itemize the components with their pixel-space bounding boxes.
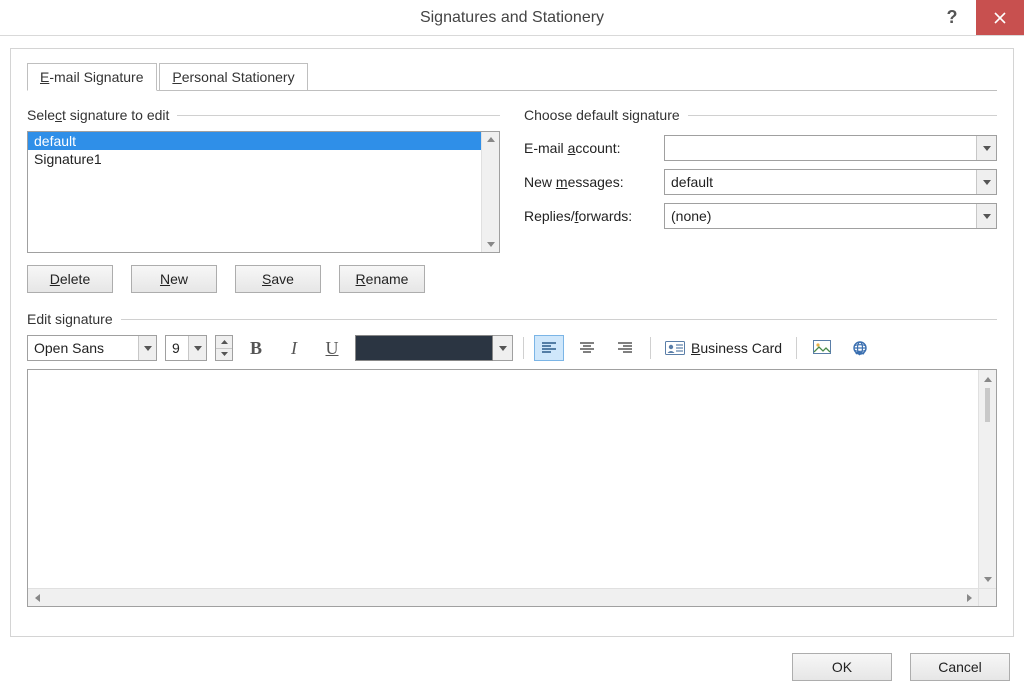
email-account-label: E-mail account: (524, 140, 656, 156)
font-color-swatch (355, 335, 493, 361)
scroll-left-icon[interactable] (28, 589, 46, 606)
picture-icon (813, 340, 831, 356)
help-button[interactable]: ? (928, 0, 976, 35)
new-button[interactable]: New (131, 265, 217, 293)
scroll-thumb[interactable] (985, 388, 990, 422)
new-messages-value: default (665, 174, 976, 190)
font-size-spinner[interactable] (215, 335, 233, 361)
scroll-corner (978, 588, 996, 606)
listbox-scrollbar[interactable] (481, 132, 499, 252)
new-messages-label: New messages: (524, 174, 656, 190)
toolbar-separator (523, 337, 524, 359)
dialog-body: E-mail Signature Personal Stationery Sel… (10, 48, 1014, 637)
italic-button[interactable]: I (279, 335, 309, 361)
tab-personal-stationery[interactable]: Personal Stationery (159, 63, 307, 91)
chevron-down-icon[interactable] (138, 336, 156, 360)
close-button[interactable] (976, 0, 1024, 35)
align-left-icon (541, 341, 557, 355)
new-messages-dropdown[interactable]: default (664, 169, 997, 195)
font-color-dropdown[interactable] (355, 335, 513, 361)
editor-hscrollbar[interactable] (28, 588, 978, 606)
spin-down-icon[interactable] (216, 349, 232, 361)
tab-stationery-text: ersonal Stationery (182, 69, 295, 85)
tab-strip: E-mail Signature Personal Stationery (27, 63, 997, 91)
bold-button[interactable]: B (241, 335, 271, 361)
insert-hyperlink-button[interactable] (845, 335, 875, 361)
spin-up-icon[interactable] (216, 336, 232, 349)
list-item[interactable]: default (28, 132, 481, 150)
signature-listbox[interactable]: default Signature1 (27, 131, 500, 253)
window-title: Signatures and Stationery (0, 9, 1024, 27)
list-item[interactable]: Signature1 (28, 150, 481, 168)
align-center-icon (579, 341, 595, 355)
font-size-dropdown[interactable]: 9 (165, 335, 207, 361)
insert-picture-button[interactable] (807, 335, 837, 361)
rename-button[interactable]: Rename (339, 265, 425, 293)
tab-email-mn: E (40, 69, 49, 85)
tab-stationery-mn: P (172, 69, 181, 85)
scroll-up-icon[interactable] (979, 370, 996, 388)
save-button[interactable]: Save (235, 265, 321, 293)
font-name-dropdown[interactable]: Open Sans (27, 335, 157, 361)
scroll-down-icon[interactable] (487, 237, 495, 252)
ok-button[interactable]: OK (792, 653, 892, 681)
default-signature-heading: Choose default signature (524, 105, 997, 125)
chevron-down-icon[interactable] (976, 136, 996, 160)
edit-signature-heading: Edit signature (27, 309, 997, 329)
font-name-value: Open Sans (28, 340, 138, 356)
business-card-icon (665, 340, 685, 356)
cancel-button[interactable]: Cancel (910, 653, 1010, 681)
bold-icon: B (250, 338, 262, 359)
formatting-toolbar: Open Sans 9 B I U (27, 335, 997, 361)
italic-icon: I (291, 338, 297, 359)
scroll-down-icon[interactable] (979, 570, 996, 588)
dialog-footer: OK Cancel (792, 653, 1010, 681)
hyperlink-icon (850, 340, 870, 356)
chevron-down-icon[interactable] (976, 204, 996, 228)
editor-content[interactable] (28, 370, 978, 588)
titlebar: Signatures and Stationery ? (0, 0, 1024, 36)
replies-forwards-dropdown[interactable]: (none) (664, 203, 997, 229)
underline-icon: U (326, 338, 339, 359)
chevron-down-icon[interactable] (976, 170, 996, 194)
scroll-track[interactable] (979, 388, 996, 570)
align-center-button[interactable] (572, 335, 602, 361)
chevron-down-icon[interactable] (188, 336, 206, 360)
signature-editor[interactable] (27, 369, 997, 607)
tab-email-signature[interactable]: E-mail Signature (27, 63, 157, 91)
delete-button[interactable]: Delete (27, 265, 113, 293)
scroll-right-icon[interactable] (960, 589, 978, 606)
business-card-button[interactable]: Business Card (661, 335, 786, 361)
scroll-track[interactable] (46, 589, 960, 606)
close-icon (994, 12, 1006, 24)
email-account-dropdown[interactable] (664, 135, 997, 161)
replies-forwards-label: Replies/forwards: (524, 208, 656, 224)
align-left-button[interactable] (534, 335, 564, 361)
toolbar-separator (650, 337, 651, 359)
editor-vscrollbar[interactable] (978, 370, 996, 588)
align-right-button[interactable] (610, 335, 640, 361)
underline-button[interactable]: U (317, 335, 347, 361)
replies-forwards-value: (none) (665, 208, 976, 224)
tab-email-text: -mail Signature (49, 69, 143, 85)
scroll-up-icon[interactable] (487, 132, 495, 147)
chevron-down-icon[interactable] (493, 335, 513, 361)
font-size-value: 9 (166, 340, 188, 356)
align-right-icon (617, 341, 633, 355)
select-signature-heading: Select signature to edit (27, 105, 500, 125)
toolbar-separator (796, 337, 797, 359)
